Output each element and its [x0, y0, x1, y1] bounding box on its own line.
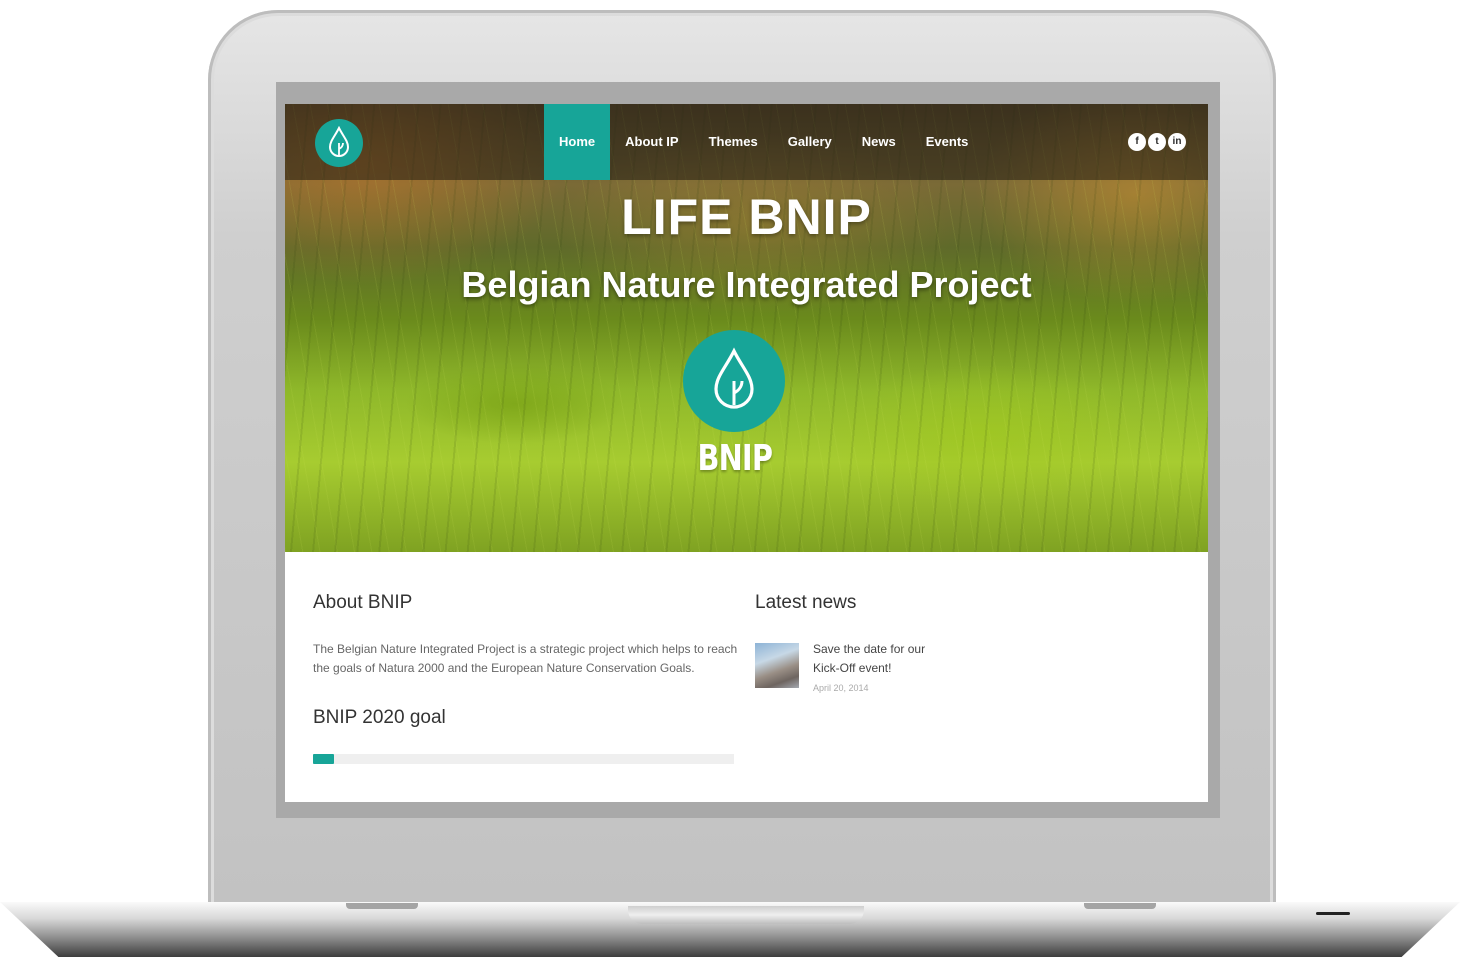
hero-subtitle: Belgian Nature Integrated Project	[461, 264, 1032, 305]
goal-progress-bar	[313, 754, 734, 764]
facebook-icon[interactable]: f	[1128, 133, 1146, 151]
nav-item-events[interactable]: Events	[911, 104, 984, 180]
social-links: f t in	[1128, 133, 1186, 151]
about-text: The Belgian Nature Integrated Project is…	[313, 642, 738, 675]
goal-title: BNIP 2020 goal	[313, 707, 446, 728]
water-drop-leaf-icon	[714, 347, 754, 409]
hero-logo	[683, 330, 785, 432]
news-item-date: April 20, 2014	[813, 683, 869, 693]
news-title: Latest news	[755, 592, 857, 613]
site-logo[interactable]	[315, 119, 363, 167]
laptop-led	[1316, 912, 1350, 915]
main-menu: Home About IP Themes Gallery News Events	[544, 104, 983, 180]
news-item-title[interactable]: Save the date for our Kick-Off event!	[813, 640, 953, 678]
news-thumbnail[interactable]	[755, 643, 799, 688]
about-title: About BNIP	[313, 592, 413, 613]
nav-item-themes[interactable]: Themes	[694, 104, 773, 180]
nav-item-gallery[interactable]: Gallery	[773, 104, 847, 180]
linkedin-icon[interactable]: in	[1168, 133, 1186, 151]
nav-item-home[interactable]: Home	[544, 104, 611, 180]
hero-banner: Home About IP Themes Gallery News Events…	[285, 104, 1208, 552]
goal-progress-fill	[313, 754, 335, 764]
twitter-icon[interactable]: t	[1148, 133, 1166, 151]
laptop-hinge	[628, 906, 864, 924]
navbar: Home About IP Themes Gallery News Events…	[285, 104, 1208, 180]
website-screen: Home About IP Themes Gallery News Events…	[285, 104, 1208, 802]
laptop-foot-left	[346, 903, 418, 909]
nav-item-news[interactable]: News	[847, 104, 911, 180]
water-drop-leaf-icon	[328, 126, 350, 157]
nav-item-about-ip[interactable]: About IP	[610, 104, 693, 180]
laptop-foot-right	[1084, 903, 1156, 909]
hero-title: LIFE BNIP	[621, 189, 872, 245]
hero-logo-text: BNIP	[697, 438, 773, 479]
